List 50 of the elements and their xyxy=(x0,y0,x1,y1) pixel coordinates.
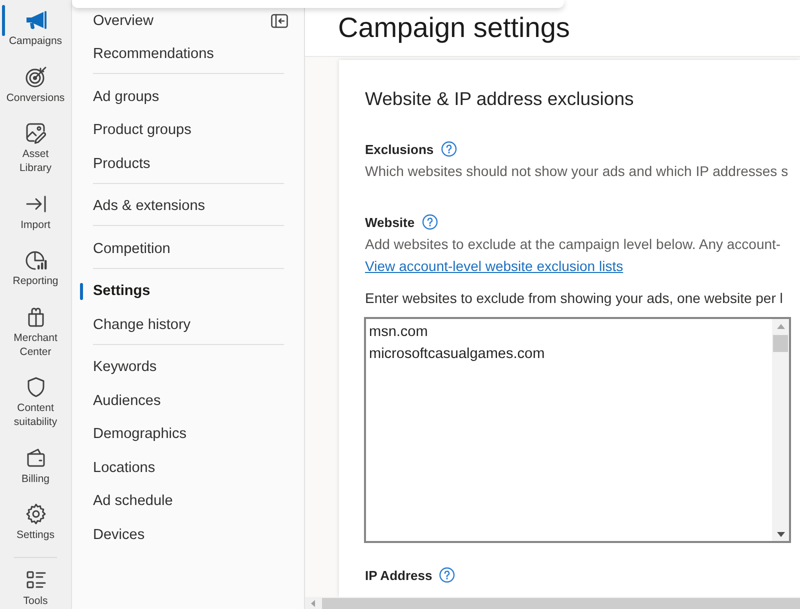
nav-item[interactable]: Keywords xyxy=(78,350,284,384)
help-icon[interactable] xyxy=(422,214,438,230)
scroll-left-arrow-icon xyxy=(311,600,315,606)
help-icon[interactable] xyxy=(439,567,456,583)
page-title: Campaign settings xyxy=(338,11,570,45)
section-label: Website xyxy=(365,214,415,230)
megaphone-icon xyxy=(24,8,48,32)
website-entry: microsoftcasualgames.com xyxy=(369,345,545,364)
card-title: Website & IP address exclusions xyxy=(365,87,635,111)
image-pencil-icon xyxy=(24,121,48,145)
nav-item[interactable]: Ad schedule xyxy=(78,484,284,518)
nav-item[interactable]: Competition xyxy=(78,232,284,266)
nav-item[interactable]: Devices xyxy=(78,518,284,552)
nav-item[interactable]: Products xyxy=(78,147,284,180)
section-label: IP Address xyxy=(365,568,432,582)
website-entry: msn.com xyxy=(369,323,428,342)
nav-item[interactable]: Demographics xyxy=(78,418,284,451)
help-icon[interactable] xyxy=(440,141,457,157)
website-list-field[interactable]: msn.com microsoftcasualgames.com xyxy=(364,317,791,543)
vertical-scrollbar[interactable] xyxy=(772,319,789,541)
nav-item[interactable]: Product groups xyxy=(78,114,284,147)
rail-nav-item[interactable]: Tools xyxy=(0,560,71,609)
nav-item[interactable]: Ads & extensions xyxy=(78,190,284,223)
rail-nav-item[interactable]: Billing xyxy=(0,438,71,494)
collapse-panel-icon[interactable] xyxy=(271,14,288,28)
rail-nav-item[interactable]: Merchant Center xyxy=(0,296,71,367)
nav-item[interactable]: Change history xyxy=(78,308,284,342)
scrollbar-thumb[interactable] xyxy=(773,335,788,352)
rail-nav-item[interactable]: Import xyxy=(0,184,71,240)
nav-item[interactable]: Audiences xyxy=(78,384,284,418)
nav-item[interactable]: Ad groups xyxy=(78,80,284,114)
field-instruction: Enter websites to exclude from showing your ads, one website per l xyxy=(365,289,784,308)
section-description: Which websites should not show your ads and which IP addresses s xyxy=(365,162,790,181)
scroll-down-arrow-icon xyxy=(776,532,784,537)
nav-item[interactable]: Settings xyxy=(78,274,284,308)
rail-nav-item[interactable]: Content suitability xyxy=(0,367,71,438)
section-label: Exclusions xyxy=(365,142,434,156)
rail-nav-item[interactable]: Campaigns xyxy=(0,0,71,56)
exclusion-lists-link[interactable]: View account-level website exclusion lists xyxy=(365,255,624,277)
section-description: Add websites to exclude at the campaign level below. Any account- xyxy=(365,235,782,254)
rail-nav-item[interactable]: Conversions xyxy=(0,56,71,113)
target-icon xyxy=(24,64,48,88)
nav-item[interactable]: Recommendations xyxy=(78,38,284,71)
nav-item[interactable]: Locations xyxy=(78,451,284,484)
rail-nav-item[interactable]: Asset Library xyxy=(0,113,71,184)
rail-nav-item[interactable]: Reporting xyxy=(0,240,71,296)
scroll-up-arrow-icon xyxy=(776,324,784,329)
rail-nav-item[interactable]: Settings xyxy=(0,494,71,550)
settings-icon xyxy=(24,502,48,526)
nav-item[interactable]: Overview xyxy=(78,4,271,38)
